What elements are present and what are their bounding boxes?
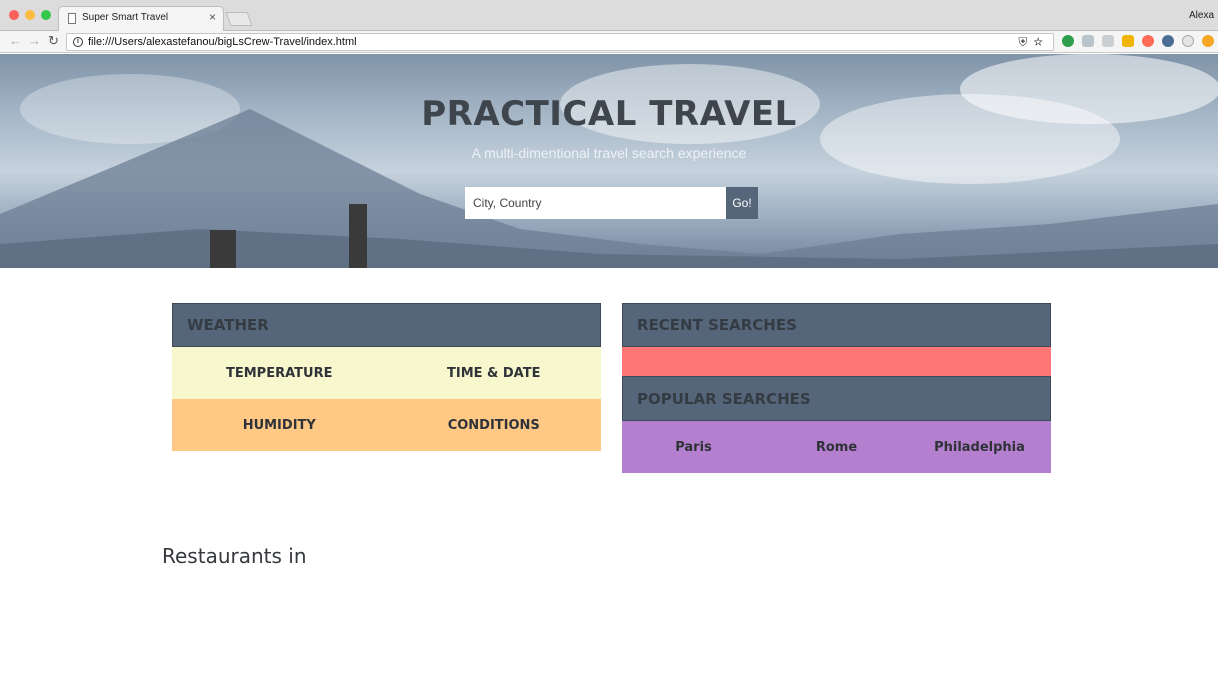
mountain-landscape <box>0 109 1218 268</box>
extension-grey-icon[interactable] <box>1102 35 1114 47</box>
page-subtitle: A multi-dimentional travel search experi… <box>471 145 747 161</box>
wooden-post <box>349 204 367 268</box>
hero-banner: PRACTICAL TRAVEL A multi-dimentional tra… <box>0 54 1218 268</box>
popular-searches-list: Paris Rome Philadelphia <box>622 421 1051 473</box>
new-tab-button[interactable] <box>225 12 253 26</box>
extension-orange-icon[interactable] <box>1202 35 1214 47</box>
zoom-window-button[interactable] <box>41 10 51 20</box>
back-arrow-icon[interactable]: ← <box>9 34 22 48</box>
searches-panel: RECENT SEARCHES POPULAR SEARCHES Paris R… <box>622 303 1051 473</box>
extension-green-icon[interactable] <box>1062 35 1074 47</box>
city-search-input[interactable] <box>465 187 726 219</box>
page-title: PRACTICAL TRAVEL <box>421 94 797 134</box>
restaurants-heading: Restaurants in <box>162 544 307 568</box>
extension-circle-icon[interactable] <box>1182 35 1194 47</box>
weather-row: HUMIDITY CONDITIONS <box>172 399 601 451</box>
weather-row: TEMPERATURE TIME & DATE <box>172 347 601 399</box>
wooden-post <box>210 230 236 268</box>
weather-panel: WEATHER TEMPERATURE TIME & DATE HUMIDITY… <box>172 303 601 451</box>
bookmark-star-icon[interactable]: ⛨☆ <box>1018 35 1049 50</box>
reload-icon[interactable]: ↻ <box>48 34 59 48</box>
popular-search-paris[interactable]: Paris <box>622 440 765 455</box>
tab-close-icon[interactable]: × <box>209 10 216 24</box>
popular-searches-heading: POPULAR SEARCHES <box>622 376 1051 421</box>
extension-yellow-icon[interactable] <box>1122 35 1134 47</box>
humidity-label: HUMIDITY <box>242 417 316 433</box>
browser-tab[interactable]: Super Smart Travel × <box>58 6 224 31</box>
go-button[interactable]: Go! <box>726 187 758 219</box>
forward-arrow-icon[interactable]: → <box>28 34 41 48</box>
document-icon <box>68 13 76 24</box>
temperature-label: TEMPERATURE <box>226 365 333 381</box>
minimize-window-button[interactable] <box>25 10 35 20</box>
weather-heading: WEATHER <box>172 303 601 347</box>
popular-search-philadelphia[interactable]: Philadelphia <box>908 440 1051 455</box>
extension-blue-icon[interactable] <box>1162 35 1174 47</box>
tab-title: Super Smart Travel <box>82 12 169 23</box>
popular-search-rome[interactable]: Rome <box>765 440 908 455</box>
url-text[interactable]: file:///Users/alexastefanou/bigLsCrew-Tr… <box>88 36 357 48</box>
recent-searches-list <box>622 347 1051 376</box>
browser-titlebar: Super Smart Travel × Alexa <box>0 0 1218 31</box>
close-window-button[interactable] <box>9 10 19 20</box>
info-icon[interactable]: i <box>73 37 83 47</box>
browser-toolbar: ← → ↻ i file:///Users/alexastefanou/bigL… <box>0 31 1218 53</box>
time-date-label: TIME & DATE <box>446 365 541 381</box>
profile-name[interactable]: Alexa <box>1189 10 1214 21</box>
extension-red-icon[interactable] <box>1142 35 1154 47</box>
extension-dropbox-icon[interactable] <box>1082 35 1094 47</box>
recent-searches-heading: RECENT SEARCHES <box>622 303 1051 347</box>
address-bar[interactable]: i file:///Users/alexastefanou/bigLsCrew-… <box>66 33 1054 51</box>
conditions-label: CONDITIONS <box>447 417 540 433</box>
